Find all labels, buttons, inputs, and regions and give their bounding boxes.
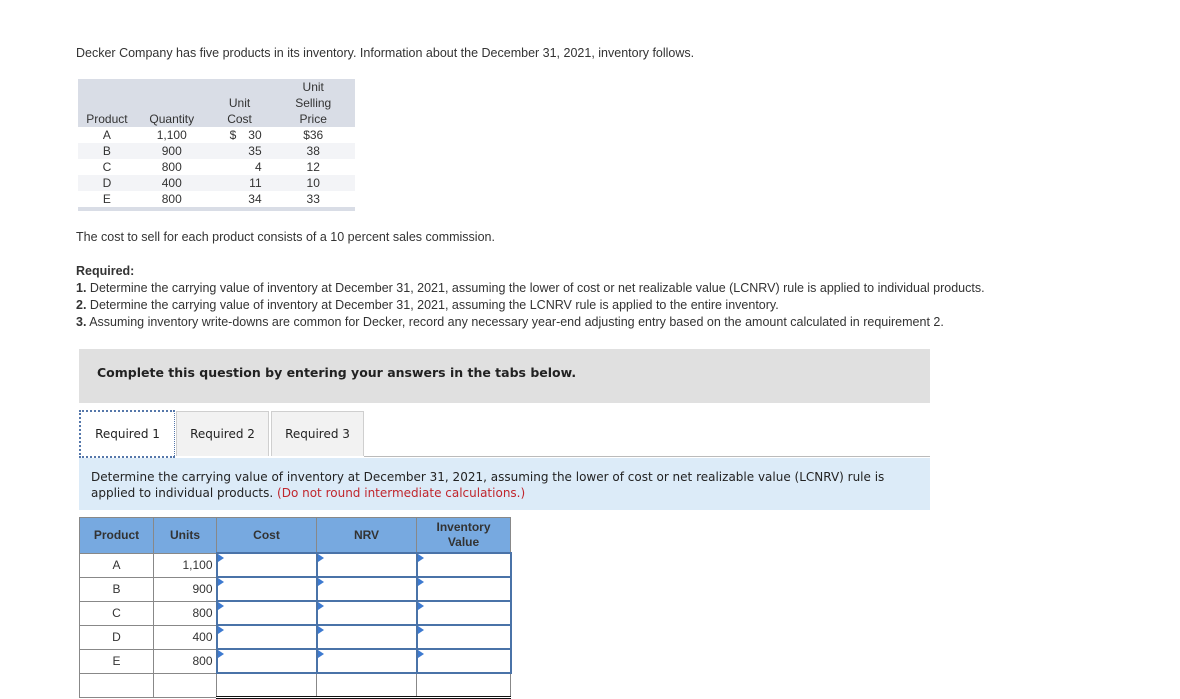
answer-table: Product Units Cost NRV Inventory Value A … [79, 517, 512, 699]
tab-instructions: Determine the carrying value of inventor… [79, 458, 930, 510]
inventory-value-input[interactable] [417, 578, 510, 600]
given-row: D 400 11 10 [78, 175, 355, 191]
given-quantity: 800 [135, 159, 208, 175]
required-heading: Required: [76, 264, 135, 278]
required-item-1: 1. Determine the carrying value of inven… [76, 281, 985, 295]
given-unit-selling-price: 12 [271, 159, 355, 175]
answer-units: 400 [153, 624, 217, 650]
col-product: Product [86, 112, 128, 126]
given-unit-cost: 4 [207, 159, 272, 175]
col-units: Units [153, 517, 217, 554]
given-row: A 1,100 $30 $36 [78, 127, 355, 143]
tab-bar: Required 1 Required 2 Required 3 [79, 410, 930, 458]
nrv-input[interactable] [317, 626, 416, 648]
inventory-info-table: Product Quantity Unit Cost Unit Selling Pri… [78, 79, 355, 211]
nrv-input[interactable] [317, 650, 416, 672]
inventory-value-input[interactable] [417, 602, 510, 624]
required-item-2: 2. Determine the carrying value of inven… [76, 298, 779, 312]
given-product: A [78, 127, 136, 143]
col-product: Product [79, 517, 154, 554]
answer-product: D [79, 624, 154, 650]
answer-row: D 400 [79, 624, 512, 650]
cost-to-sell-text: The cost to sell for each product consis… [76, 230, 495, 244]
tab-required-2[interactable]: Required 2 [176, 411, 269, 456]
cost-input[interactable] [217, 650, 316, 672]
total-units-cell [153, 672, 217, 698]
given-unit-selling-price: 38 [271, 143, 355, 159]
total-inventory-value-input[interactable] [417, 674, 510, 696]
given-unit-cost: 35 [207, 143, 272, 159]
cost-input[interactable] [217, 578, 316, 600]
answer-row: B 900 [79, 576, 512, 602]
tab-required-1[interactable]: Required 1 [79, 410, 175, 458]
given-unit-selling-price: $36 [271, 127, 355, 143]
cost-input[interactable] [217, 602, 316, 624]
given-footer-bar [78, 207, 355, 211]
given-quantity: 900 [135, 143, 208, 159]
instructions-note: (Do not round intermediate calculations.… [277, 486, 526, 500]
answer-row: A 1,100 [79, 552, 512, 578]
given-quantity: 400 [135, 175, 208, 191]
nrv-input[interactable] [317, 578, 416, 600]
answer-units: 900 [153, 576, 217, 602]
total-nrv-input[interactable] [317, 674, 416, 696]
intro-text: Decker Company has five products in its … [76, 46, 695, 60]
col-nrv: NRV [316, 517, 417, 554]
given-unit-cost: $30 [207, 127, 272, 143]
col-quantity: Quantity [149, 112, 195, 126]
answer-product: B [79, 576, 154, 602]
given-quantity: 800 [135, 191, 208, 207]
answer-row: C 800 [79, 600, 512, 626]
answer-product: E [79, 648, 154, 674]
col-unit-cost: Unit Cost [227, 96, 252, 126]
tab-required-3[interactable]: Required 3 [271, 411, 364, 456]
required-item-3: 3. Assuming inventory write-downs are co… [76, 315, 944, 329]
answer-header-row: Product Units Cost NRV Inventory Value [79, 517, 511, 554]
nrv-input[interactable] [317, 554, 416, 576]
given-unit-cost: 34 [207, 191, 272, 207]
cost-input[interactable] [217, 626, 316, 648]
given-header-row: Product Quantity Unit Cost Unit Selling Pri… [78, 79, 355, 127]
answer-units: 1,100 [153, 552, 217, 578]
col-unit-selling-price: Unit Selling Price [295, 80, 332, 126]
total-row [79, 672, 511, 699]
given-product: B [78, 143, 136, 159]
col-cost: Cost [216, 517, 317, 554]
total-product-cell [79, 672, 154, 698]
nrv-input[interactable] [317, 602, 416, 624]
given-row: C 800 4 12 [78, 159, 355, 175]
given-unit-cost: 11 [207, 175, 272, 191]
answer-product: C [79, 600, 154, 626]
answer-units: 800 [153, 600, 217, 626]
given-unit-selling-price: 33 [271, 191, 355, 207]
instructions-banner: Complete this question by entering your … [79, 349, 930, 403]
given-product: E [78, 191, 136, 207]
given-quantity: 1,100 [135, 127, 208, 143]
inventory-value-input[interactable] [417, 626, 510, 648]
tab-divider [364, 456, 930, 457]
inventory-value-input[interactable] [417, 650, 510, 672]
answer-product: A [79, 552, 154, 578]
col-inventory-value: Inventory Value [416, 517, 511, 554]
given-unit-selling-price: 10 [271, 175, 355, 191]
inventory-value-input[interactable] [417, 554, 510, 576]
given-product: D [78, 175, 136, 191]
given-product: C [78, 159, 136, 175]
given-row: E 800 34 33 [78, 191, 355, 207]
cost-input[interactable] [217, 554, 316, 576]
required-section: Required: 1. Determine the carrying valu… [76, 263, 985, 331]
answer-units: 800 [153, 648, 217, 674]
answer-row: E 800 [79, 648, 512, 674]
banner-text: Complete this question by entering your … [97, 365, 577, 380]
total-cost-input[interactable] [217, 674, 316, 696]
given-row: B 900 35 38 [78, 143, 355, 159]
